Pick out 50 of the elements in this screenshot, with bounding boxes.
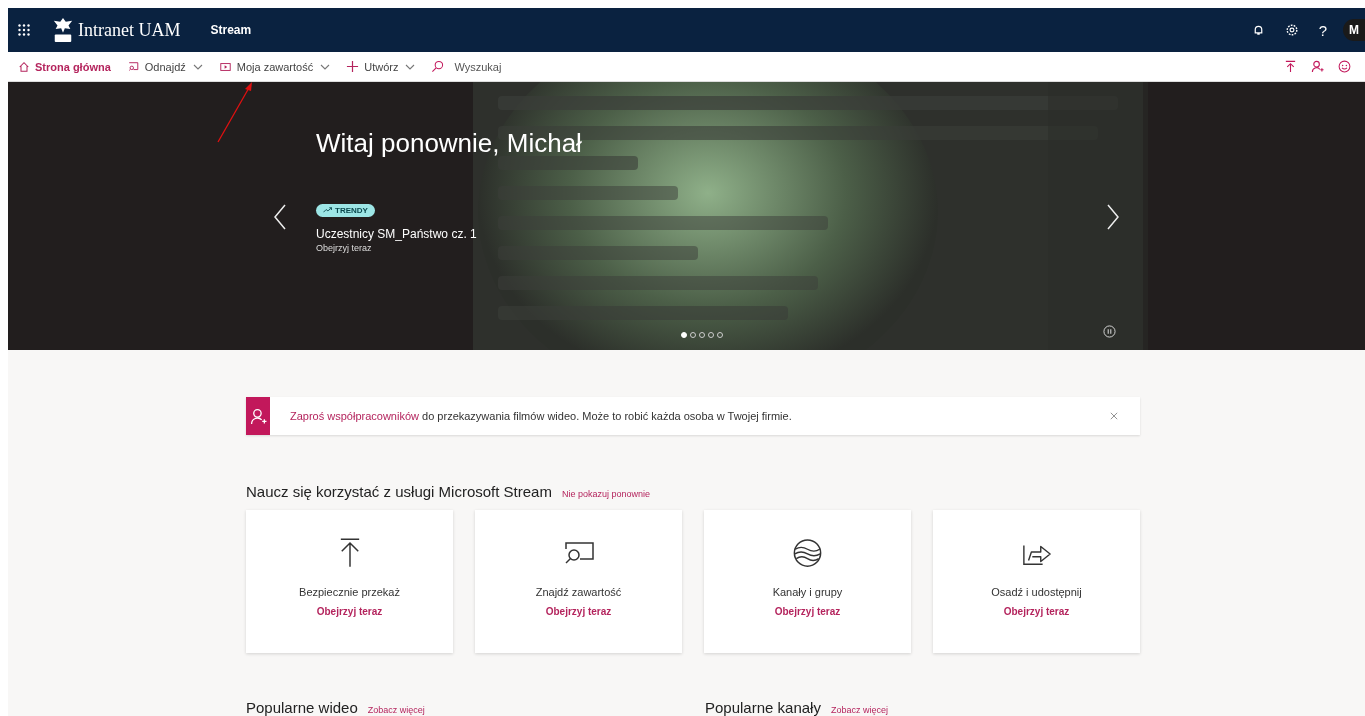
watch-now-link[interactable]: Obejrzyj teraz [1003,606,1070,617]
watch-now-link[interactable]: Obejrzyj teraz [316,606,383,617]
nav-tab[interactable]: Moja zawartość [218,60,331,73]
section-heading: Naucz się korzystać z usługi Microsoft Stream [246,483,552,500]
nav-tab[interactable]: Odnajdź [126,60,203,73]
card-title: Osadź i udostępnij [991,586,1082,598]
video-title[interactable]: Uczestnicy SM_Państwo cz. 1 [316,227,582,241]
invite-link[interactable]: Zaproś współpracowników [290,410,419,422]
user-avatar[interactable]: M [1343,19,1365,41]
watch-now-link[interactable]: Obejrzyj teraz [774,606,841,617]
smiley-icon[interactable] [1338,60,1351,73]
close-icon[interactable] [1110,412,1118,420]
tutorial-card[interactable]: Znajdź zawartość Obejrzyj teraz [475,510,682,653]
next-slide-icon[interactable] [1107,204,1119,230]
dismiss-link[interactable]: Nie pokazuj ponownie [561,489,650,499]
plus-icon [346,60,360,73]
welcome-heading: Witaj ponownie, Michał [316,128,582,159]
search-icon[interactable] [431,60,445,73]
waves-circle-icon [792,538,823,568]
add-person-icon [249,407,267,425]
watch-now-link[interactable]: Obejrzyj teraz [545,606,612,617]
see-more-link[interactable]: Zobacz więcej [830,705,888,715]
app-name[interactable]: Stream [210,23,252,37]
watch-now-link[interactable]: Obejrzyj teraz [316,243,582,253]
card-title: Kanały i grupy [772,586,843,598]
video-icon [218,60,232,73]
help-button[interactable]: ? [1318,21,1327,39]
tutorial-card[interactable]: Kanały i grupy Obejrzyj teraz [704,510,911,653]
invite-message: Zaproś współpracowników do przekazywania filmów wideo. Może to robić każda osoba w Twojej firmie. [290,410,793,422]
search-field[interactable]: Wyszukaj [452,59,557,74]
upload-icon[interactable] [1284,60,1297,73]
upload-icon [338,538,361,568]
settings-icon[interactable] [1284,23,1299,37]
card-title: Bezpiecznie przekaż [299,586,400,598]
home-icon [18,60,30,73]
see-more-link[interactable]: Zobacz więcej [367,705,425,715]
tutorial-card[interactable]: Osadź i udostępnij Obejrzyj teraz [933,510,1140,653]
card-title: Znajdź zawartość [535,586,622,598]
section-heading: Popularne kanały [705,699,821,716]
section-heading: Popularne wideo [246,699,358,716]
previous-slide-icon[interactable] [274,204,286,230]
nav-tab[interactable]: Strona główna [18,60,111,73]
nav-tab[interactable]: Utwórz [346,60,416,73]
tutorial-card[interactable]: Bezpiecznie przekaż Obejrzyj teraz [246,510,453,653]
trend-icon [323,207,332,213]
screen-search-icon [126,60,140,73]
organization-name[interactable]: Intranet UAM [78,19,181,41]
app-launcher-icon[interactable] [18,24,30,36]
pause-icon[interactable] [1103,325,1116,338]
add-person-icon[interactable] [1311,60,1324,73]
